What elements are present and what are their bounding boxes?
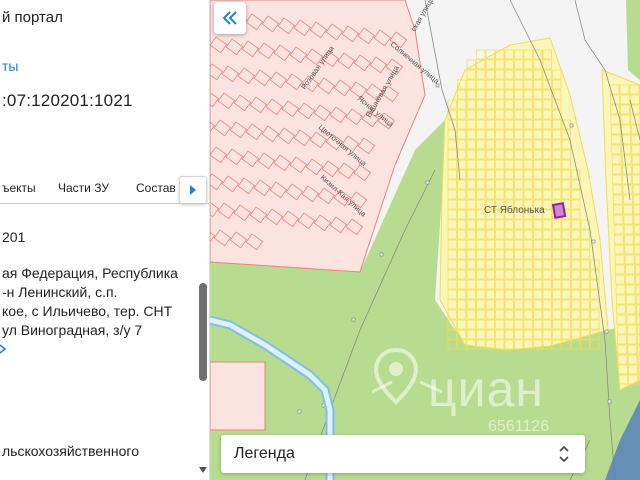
cadastral-number: :07:120201:1021: [2, 91, 133, 110]
tab-parts[interactable]: Части ЗУ: [58, 181, 109, 195]
address-line: ая Федерация, Республика: [2, 265, 178, 281]
address-line: кое, с Ильичево, тер. СНТ: [2, 303, 173, 319]
snt-label: СТ Яблонька: [484, 204, 545, 216]
info-panel: й портал ты :07:120201:1021 ъекты Части …: [0, 0, 210, 480]
tab-divider: [0, 203, 209, 204]
land-category: льскохозяйственного: [2, 443, 139, 459]
chevron-icon[interactable]: [0, 344, 8, 354]
tab-scroll-right-button[interactable]: [179, 176, 207, 204]
address-text: ая Федерация, Республика -н Ленинский, с…: [2, 264, 178, 340]
address-line: -н Ленинский, с.п.: [2, 284, 118, 300]
tab-objects[interactable]: ъекты: [2, 181, 36, 195]
double-chevron-left-icon: [222, 11, 237, 25]
portal-title: й портал: [2, 9, 63, 26]
watermark-number: 6561126: [488, 418, 550, 435]
tab-bar: ъекты Части ЗУ Состав: [0, 176, 209, 206]
scroll-down-icon[interactable]: [199, 467, 207, 473]
watermark-text: циан: [428, 361, 544, 417]
cadastral-short: 201: [2, 229, 26, 245]
collapse-panel-button[interactable]: [214, 2, 246, 34]
red-lot-lower: [210, 361, 266, 431]
tab-composition[interactable]: Состав: [136, 181, 176, 195]
selected-parcel[interactable]: [551, 202, 567, 219]
address-line: ул Виноградная, з/у 7: [2, 322, 143, 338]
scrollbar-thumb[interactable]: [199, 283, 207, 381]
legend-label: Легенда: [234, 445, 295, 462]
chevron-right-icon: [190, 185, 196, 195]
select-arrows-icon: [559, 445, 569, 463]
green-strip-right: [626, 0, 640, 80]
legend-select[interactable]: Легенда: [221, 435, 585, 473]
objects-link[interactable]: ты: [2, 58, 18, 74]
